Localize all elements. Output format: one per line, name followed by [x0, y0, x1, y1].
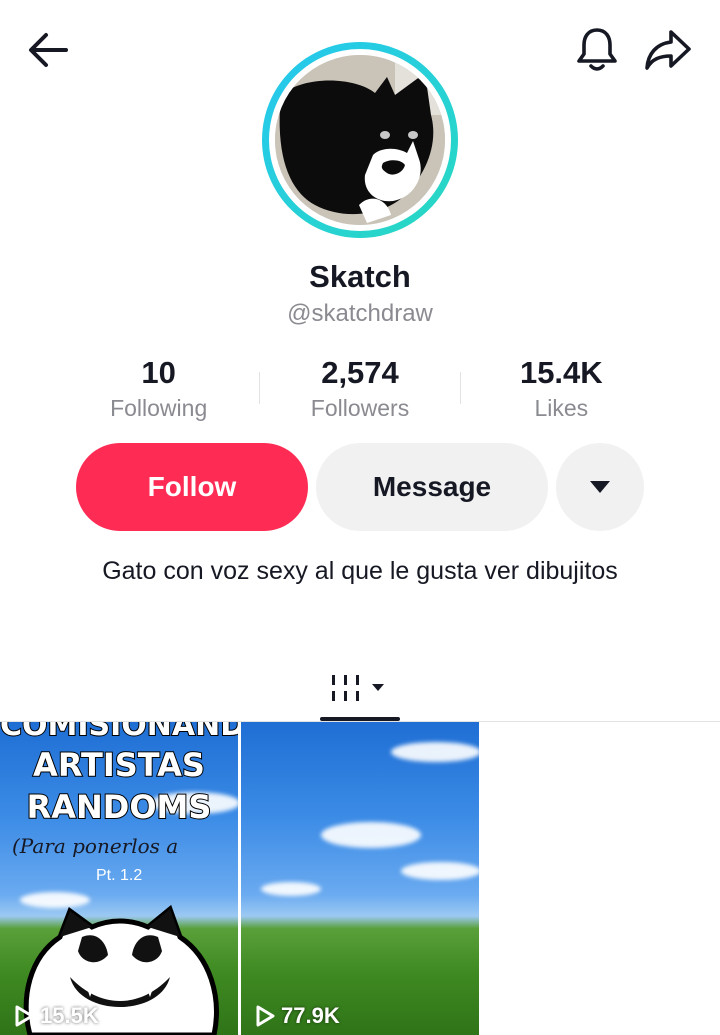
- stat-likes-label: Likes: [534, 395, 589, 421]
- stat-following-label: Following: [110, 395, 208, 421]
- avatar-border: [269, 49, 451, 231]
- cloud-shape: [261, 882, 321, 896]
- video-overlay-part: Pt. 1.2: [96, 867, 143, 884]
- avatar: [275, 55, 445, 225]
- profile-name: Skatch: [309, 259, 411, 294]
- stat-likes-count: 15.4K: [519, 355, 603, 390]
- play-icon: [15, 1005, 34, 1027]
- profile-stats: 10 Following 2,574 Followers 15.4K Likes: [58, 352, 662, 424]
- content-tabs: [0, 650, 720, 722]
- cloud-shape: [391, 742, 479, 762]
- video-overlay-subtext: (Para ponerlos a: [12, 834, 179, 858]
- play-icon: [256, 1005, 275, 1027]
- view-count-text: 15.5K: [40, 1003, 99, 1028]
- video-tile[interactable]: COMISIONANDO ARTISTAS RANDOMS (Para pone…: [0, 722, 238, 1035]
- profile-bio: Gato con voz sexy al que le gusta ver di…: [102, 557, 618, 585]
- tab-videos[interactable]: [320, 660, 400, 720]
- cloud-shape: [321, 822, 421, 848]
- tab-active-indicator: [320, 717, 400, 721]
- avatar-ring[interactable]: [262, 42, 458, 238]
- stat-followers-count: 2,574: [321, 355, 399, 390]
- view-count: 77.9K: [255, 1003, 340, 1029]
- stat-likes[interactable]: 15.4K Likes: [461, 352, 662, 424]
- grid-columns-icon: [332, 675, 384, 701]
- video-overlay-text: COMISIONANDO: [0, 722, 238, 744]
- profile-handle: @skatchdraw: [287, 300, 433, 327]
- share-arrow-icon: [645, 30, 691, 70]
- stat-divider: [460, 372, 461, 404]
- cloud-shape: [401, 862, 479, 880]
- back-button[interactable]: [22, 26, 74, 74]
- notification-bell-button[interactable]: [570, 24, 624, 76]
- video-overlay-text: ARTISTAS: [32, 745, 206, 785]
- stat-followers[interactable]: 2,574 Followers: [259, 352, 460, 424]
- video-tile[interactable]: 77.9K: [241, 722, 479, 1035]
- caret-down-icon: [590, 481, 610, 493]
- video-grid: COMISIONANDO ARTISTAS RANDOMS (Para pone…: [0, 722, 720, 1035]
- video-overlay-text: RANDOMS: [26, 787, 213, 827]
- stat-following[interactable]: 10 Following: [58, 352, 259, 424]
- message-button[interactable]: Message: [316, 443, 548, 531]
- stat-divider: [259, 372, 260, 404]
- follow-button[interactable]: Follow: [76, 443, 308, 531]
- cat-avatar-image: [275, 55, 445, 225]
- arrow-left-icon: [29, 33, 68, 67]
- stat-followers-label: Followers: [310, 395, 410, 421]
- more-options-button[interactable]: [556, 443, 644, 531]
- stat-following-count: 10: [141, 355, 176, 390]
- share-button[interactable]: [640, 24, 696, 76]
- view-count: 15.5K: [14, 1003, 99, 1029]
- view-count-text: 77.9K: [281, 1003, 340, 1028]
- bell-icon: [577, 28, 617, 71]
